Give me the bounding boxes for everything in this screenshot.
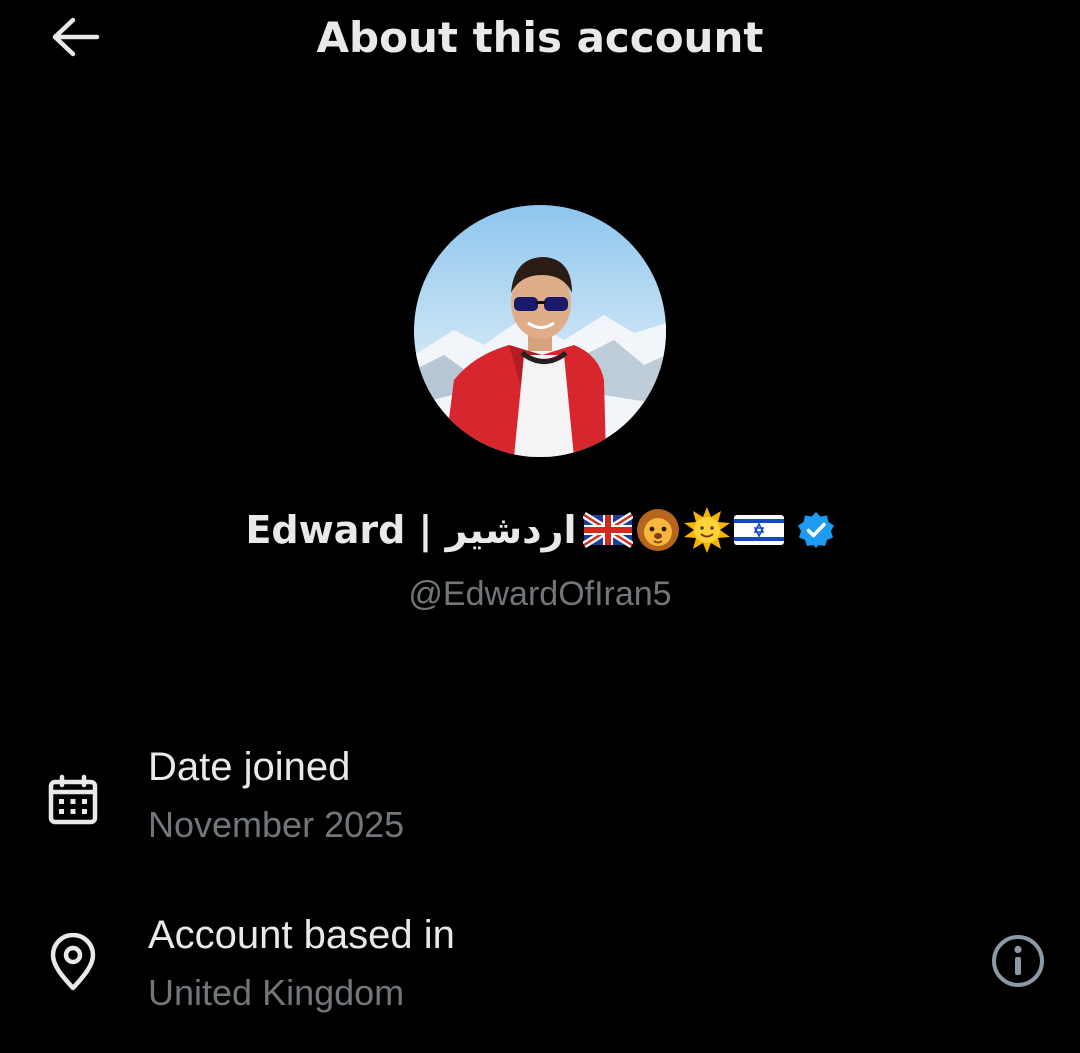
top-app-bar: About this account <box>0 0 1080 80</box>
israel-flag-emoji <box>733 511 785 549</box>
location-pin-icon <box>40 930 106 996</box>
sun-with-face-emoji <box>683 506 731 554</box>
info-label: Date joined <box>148 745 351 789</box>
date-joined-item: Date joined November 2025 <box>0 740 1080 860</box>
calendar-icon <box>40 768 106 834</box>
name-emojis <box>581 506 785 554</box>
profile-name-row: Edward | اردشیر <box>0 500 1080 560</box>
page-title: About this account <box>316 13 764 62</box>
info-icon <box>990 933 1046 993</box>
uk-flag-emoji <box>582 511 633 549</box>
info-value: November 2025 <box>148 804 405 845</box>
user-handle: @EdwardOfIran5 <box>408 575 672 613</box>
info-button[interactable] <box>984 929 1052 997</box>
display-name: Edward | اردشیر <box>245 508 577 552</box>
lion-emoji <box>635 507 681 553</box>
avatar[interactable] <box>414 205 666 457</box>
info-value: United Kingdom <box>148 972 405 1013</box>
verified-badge-icon[interactable] <box>797 511 835 549</box>
info-label: Account based in <box>148 913 455 957</box>
account-based-in-item: Account based in United Kingdom <box>0 908 1080 1028</box>
